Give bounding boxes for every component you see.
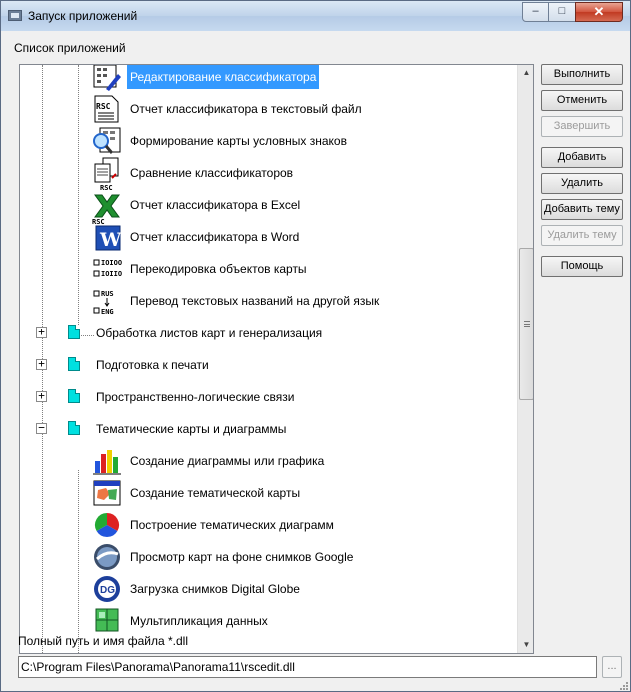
translate-rus-eng-icon: RUS ENG: [93, 290, 114, 316]
dll-path-label: Полный путь и имя файла *.dll: [18, 634, 188, 648]
tree-item-label[interactable]: Просмотр карт на фоне снимков Google: [127, 550, 356, 564]
cancel-button[interactable]: Отменить: [541, 90, 623, 111]
scroll-down-arrow-icon[interactable]: ▼: [519, 637, 533, 653]
tree-item-label[interactable]: Создание тематической карты: [127, 486, 303, 500]
tree-item-label[interactable]: Отчет классификатора в текстовый файл: [127, 102, 365, 116]
title-bar[interactable]: Запуск приложений – □ ✕: [1, 1, 630, 31]
window-title: Запуск приложений: [28, 9, 138, 23]
dialog-client: Список приложений Редактирование классиф…: [8, 31, 628, 690]
add-theme-button[interactable]: Добавить тему: [541, 199, 623, 220]
tree-item-label[interactable]: Построение тематических диаграмм: [127, 518, 337, 532]
tree-group-label[interactable]: Тематические карты и диаграммы: [93, 422, 289, 436]
word-letter: W: [99, 229, 122, 251]
scroll-thumb[interactable]: [519, 248, 533, 400]
collapse-toggle[interactable]: −: [36, 422, 47, 434]
grip-icon: [524, 321, 530, 327]
tree-item-label-wrap: Редактирование классификатора: [127, 65, 320, 89]
eng-text: ENG: [101, 308, 114, 316]
binary-text: IOIOO: [101, 259, 122, 267]
help-button[interactable]: Помощь: [541, 256, 623, 277]
rsc-report-icon: RSC: [94, 95, 119, 123]
execute-button[interactable]: Выполнить: [541, 64, 623, 85]
legend-map-icon: [93, 127, 121, 154]
expand-toggle[interactable]: +: [36, 358, 47, 370]
folder-icon: [68, 421, 80, 435]
binary-text: IOIIO: [101, 270, 122, 278]
window-icon: [8, 10, 22, 21]
folder-icon: [68, 389, 80, 403]
tree-item-label[interactable]: Загрузка снимков Digital Globe: [127, 582, 303, 596]
tree-item-label-wrap: Просмотр карт на фоне снимков Google: [127, 545, 356, 569]
delete-button[interactable]: Удалить: [541, 173, 623, 194]
app-launcher-window: Запуск приложений – □ ✕ Список приложени…: [0, 0, 631, 692]
tree-group-spatial[interactable]: Пространственно-логические связи: [93, 385, 298, 409]
add-button[interactable]: Добавить: [541, 147, 623, 168]
minimize-button[interactable]: –: [522, 2, 549, 22]
tree-group-thematic[interactable]: Тематические карты и диаграммы: [93, 417, 289, 441]
pie-chart-icon: [94, 513, 120, 538]
bar-chart-icon: [93, 450, 121, 475]
compare-rsc-icon: RSC: [94, 157, 119, 191]
tree-item-label[interactable]: Отчет классификатора в Word: [127, 230, 302, 244]
maximize-button[interactable]: □: [548, 2, 576, 22]
tree-group-processing[interactable]: Обработка листов карт и генерализация: [93, 321, 325, 345]
tree-item-label[interactable]: Создание диаграммы или графика: [127, 454, 327, 468]
google-globe-icon: [94, 544, 120, 570]
rsc-text: RSC: [100, 184, 113, 191]
tree-item-label[interactable]: Редактирование классификатора: [127, 65, 320, 89]
tree-item-label-wrap: Создание тематической карты: [127, 481, 303, 505]
resize-grip-icon[interactable]: [619, 681, 629, 691]
tree-item-label-wrap: Сравнение классификаторов: [127, 161, 296, 185]
dg-text: DG: [100, 585, 115, 596]
tree-item-label[interactable]: Мультипликация данных: [127, 614, 271, 628]
tree-item-label-wrap: Формирование карты условных знаков: [127, 129, 350, 153]
tree-item-label[interactable]: Перевод текстовых названий на другой язы…: [127, 294, 382, 308]
tree-item-label[interactable]: Отчет классификатора в Excel: [127, 198, 303, 212]
word-icon: W: [95, 225, 122, 251]
tree-item-label-wrap: Отчет классификатора в Word: [127, 225, 302, 249]
app-list-label: Список приложений: [14, 41, 126, 55]
tree-item-label-wrap: Перекодировка объектов карты: [127, 257, 310, 281]
tree-group-label[interactable]: Обработка листов карт и генерализация: [93, 326, 325, 340]
excel-icon: RSC: [92, 194, 120, 225]
expand-toggle[interactable]: +: [36, 326, 47, 338]
delete-theme-button[interactable]: Удалить тему: [541, 225, 623, 246]
expand-toggle[interactable]: +: [36, 390, 47, 402]
rsc-text: RSC: [96, 102, 111, 111]
tree-item-label-wrap: Построение тематических диаграмм: [127, 513, 337, 537]
tree-group-print[interactable]: Подготовка к печати: [93, 353, 212, 377]
folder-icon: [68, 357, 80, 371]
tree-item-label[interactable]: Сравнение классификаторов: [127, 166, 296, 180]
tree-item-label-wrap: Загрузка снимков Digital Globe: [127, 577, 303, 601]
tree-item-label-wrap: Создание диаграммы или графика: [127, 449, 327, 473]
tree-item-label-wrap: Отчет классификатора в Excel: [127, 193, 303, 217]
tree-item-label-wrap: Перевод текстовых названий на другой язы…: [127, 289, 382, 313]
tree-item-label-wrap: Мультипликация данных: [127, 609, 271, 633]
app-tree[interactable]: Редактирование классификатора RSC Отчет …: [19, 64, 534, 654]
multiplication-icon: [95, 608, 119, 632]
tree-item-label[interactable]: Перекодировка объектов карты: [127, 262, 310, 276]
tree-item-label[interactable]: Формирование карты условных знаков: [127, 134, 350, 148]
digital-globe-icon: DG: [94, 576, 120, 602]
tree-line: [78, 335, 94, 336]
edit-classifier-icon: [93, 65, 121, 91]
scroll-up-arrow-icon[interactable]: ▲: [519, 65, 533, 81]
tree-line: [78, 470, 79, 653]
tree-group-label[interactable]: Пространственно-логические связи: [93, 390, 298, 404]
dll-path-field[interactable]: C:\Program Files\Panorama\Panorama11\rsc…: [18, 656, 597, 678]
browse-button[interactable]: ...: [602, 656, 622, 678]
tree-scrollbar[interactable]: ▲ ▼: [517, 65, 533, 653]
close-button[interactable]: ✕: [575, 2, 623, 22]
tree-content: Редактирование классификатора RSC Отчет …: [20, 65, 517, 653]
tree-group-label[interactable]: Подготовка к печати: [93, 358, 212, 372]
finish-button[interactable]: Завершить: [541, 116, 623, 137]
recode-icon: IOIOO IOIIO: [93, 259, 122, 278]
tree-item-label-wrap: Отчет классификатора в текстовый файл: [127, 97, 365, 121]
folder-icon: [68, 325, 80, 339]
thematic-map-icon: [93, 480, 121, 506]
rus-text: RUS: [101, 290, 114, 298]
tree-line: [78, 65, 79, 337]
